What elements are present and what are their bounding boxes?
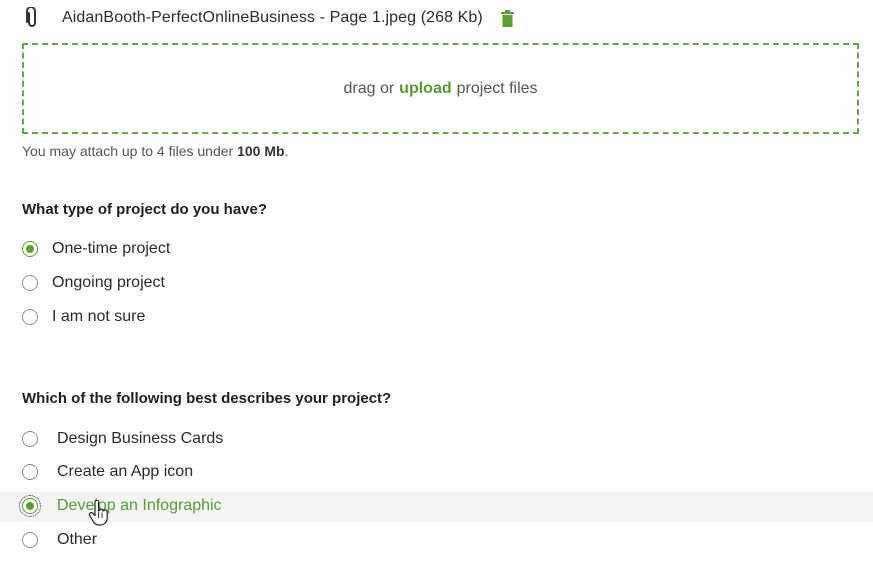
radio-button[interactable] — [22, 532, 38, 548]
attached-file-row: AidanBooth-PerfectOnlineBusiness - Page … — [22, 4, 515, 32]
option-label: Other — [57, 531, 98, 548]
radio-button[interactable] — [22, 431, 38, 447]
option-design-business-cards[interactable]: Design Business Cards — [0, 425, 873, 455]
project-form: AidanBooth-PerfectOnlineBusiness - Page … — [0, 0, 873, 561]
drop-zone-prefix: drag or — [343, 79, 395, 97]
radio-button[interactable] — [22, 464, 38, 480]
option-create-app-icon[interactable]: Create an App icon — [0, 458, 873, 488]
option-label: Develop an Infographic — [57, 497, 222, 514]
drop-zone-suffix: project files — [456, 79, 538, 97]
paperclip-icon — [22, 6, 42, 30]
upload-link[interactable]: upload — [399, 80, 451, 98]
file-drop-zone[interactable]: drag or upload project files — [22, 43, 859, 134]
radio-button-selected[interactable] — [19, 495, 41, 517]
radio-button-selected[interactable] — [22, 241, 38, 257]
radio-button[interactable] — [22, 309, 38, 325]
option-label: One-time project — [52, 240, 171, 257]
project-description-question: Which of the following best describes yo… — [22, 390, 392, 407]
option-develop-infographic[interactable]: Develop an Infographic — [0, 492, 873, 522]
option-one-time-project[interactable]: One-time project — [0, 235, 873, 265]
limit-note-prefix: You may attach up to 4 files under — [22, 143, 234, 159]
option-label: Ongoing project — [52, 274, 165, 291]
trash-icon[interactable] — [501, 9, 515, 27]
option-label: Design Business Cards — [57, 430, 224, 447]
attached-file-name: AidanBooth-PerfectOnlineBusiness - Page … — [62, 9, 483, 26]
option-ongoing-project[interactable]: Ongoing project — [0, 269, 873, 299]
option-label: I am not sure — [52, 308, 146, 325]
option-label: Create an App icon — [57, 463, 194, 480]
limit-note-suffix: . — [284, 143, 289, 159]
option-not-sure[interactable]: I am not sure — [0, 303, 873, 333]
option-other[interactable]: Other — [0, 526, 873, 556]
project-type-question: What type of project do you have? — [22, 201, 268, 218]
attachment-limit-note: You may attach up to 4 files under 100 M… — [22, 143, 288, 159]
size-limit: 100 Mb — [237, 143, 285, 159]
radio-button[interactable] — [22, 275, 38, 291]
